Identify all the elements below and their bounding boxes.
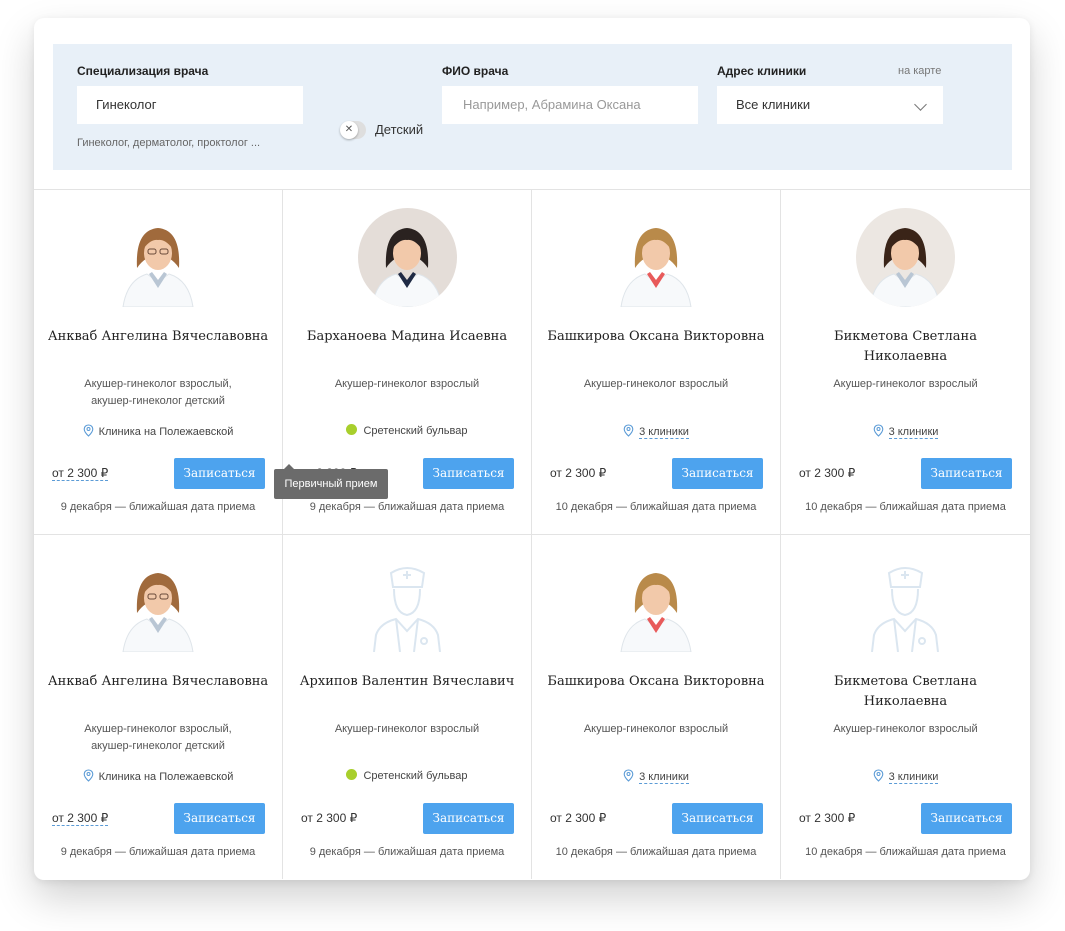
location-text: Клиника на Полежаевской xyxy=(98,426,234,438)
doctor-photo[interactable] xyxy=(109,208,208,307)
fio-input[interactable]: Например, Абрамина Оксана xyxy=(442,86,698,124)
doctor-card[interactable]: Бикметова Светлана Николаевна Акушер-гине… xyxy=(781,189,1030,534)
doctor-location: Клиника на Полежаевской xyxy=(34,769,282,785)
nearest-date: 9 декабря — ближайшая дата приема xyxy=(309,846,505,858)
doctor-grid: Анкваб Ангелина Вячеславовна Акушер-гинек… xyxy=(34,189,1030,880)
nearest-date: 10 декабря — ближайшая дата приема xyxy=(555,846,757,858)
nearest-date: 10 декабря — ближайшая дата приема xyxy=(555,501,757,513)
metro-dot-icon xyxy=(346,769,358,780)
location-text: Сретенский бульвар xyxy=(363,770,468,782)
book-button[interactable]: Записаться xyxy=(423,458,514,489)
book-button[interactable]: Записаться xyxy=(174,458,265,489)
location-text[interactable]: 3 клиники xyxy=(888,771,939,784)
doctor-name[interactable]: Башкирова Оксана Викторовна xyxy=(542,327,770,347)
doctor-photo[interactable] xyxy=(358,208,457,307)
price[interactable]: от 2 300 ₽ xyxy=(799,466,855,480)
location-text: Клиника на Полежаевской xyxy=(98,771,234,783)
nearest-date: 9 декабря — ближайшая дата приема xyxy=(309,501,505,513)
doctor-photo[interactable] xyxy=(607,553,706,652)
map-pin-icon xyxy=(83,769,94,785)
map-pin-icon xyxy=(623,769,634,785)
spec-label: Специализация врача xyxy=(77,64,209,78)
clinic-label: Адрес клиники xyxy=(717,64,807,78)
price[interactable]: от 2 300 ₽ xyxy=(52,466,109,481)
nearest-date: 10 декабря — ближайшая дата приема xyxy=(805,846,1006,858)
map-pin-icon xyxy=(873,424,884,440)
doctor-specialization: Акушер-гинеколог взрослый xyxy=(334,378,480,390)
book-button[interactable]: Записаться xyxy=(921,803,1012,834)
doctor-specialization: Акушер-гинеколог взрослый xyxy=(833,378,978,390)
doctor-specialization: Акушер-гинеколог взрослый xyxy=(583,723,729,735)
doctor-location[interactable]: 3 клиники xyxy=(532,424,780,440)
clinic-select-value: Все клиники xyxy=(736,97,811,112)
doctor-location: Сретенский бульвар xyxy=(283,769,531,782)
doctor-card[interactable]: Анкваб Ангелина Вячеславовна Акушер-гинек… xyxy=(34,534,283,879)
doctor-location[interactable]: 3 клиники xyxy=(781,424,1030,440)
price[interactable]: от 2 300 ₽ xyxy=(550,466,606,480)
doctor-location: Клиника на Полежаевской xyxy=(34,424,282,440)
doctor-card[interactable]: Анкваб Ангелина Вячеславовна Акушер-гинек… xyxy=(34,189,283,534)
book-button[interactable]: Записаться xyxy=(672,458,763,489)
child-toggle[interactable]: ✕ xyxy=(340,121,366,139)
price[interactable]: от 2 300 ₽ xyxy=(550,811,606,825)
price[interactable]: от 2 300 ₽ xyxy=(799,811,855,825)
book-button[interactable]: Записаться xyxy=(174,803,265,834)
doctor-photo[interactable] xyxy=(607,208,706,307)
doctor-name[interactable]: Башкирова Оксана Викторовна xyxy=(542,672,770,692)
map-link[interactable]: на карте xyxy=(898,65,941,77)
location-text[interactable]: 3 клиники xyxy=(888,426,939,439)
doctor-name[interactable]: Бикметова Светлана Николаевна xyxy=(791,327,1020,367)
nearest-date: 9 декабря — ближайшая дата приема xyxy=(60,846,256,858)
location-text[interactable]: 3 клиники xyxy=(639,426,689,439)
doctor-card[interactable]: Бикметова Светлана Николаевна Акушер-гине… xyxy=(781,534,1030,879)
spec-hint: Гинеколог, дерматолог, проктолог ... xyxy=(77,137,261,149)
doctor-card[interactable]: Архипов Валентин Вячеславич Акушер-гинеко… xyxy=(283,534,532,879)
close-icon: ✕ xyxy=(340,121,358,139)
doctor-name[interactable]: Бикметова Светлана Николаевна xyxy=(791,672,1020,712)
doctor-name[interactable]: Анкваб Ангелина Вячеславовна xyxy=(44,327,272,347)
location-text[interactable]: 3 клиники xyxy=(639,771,689,784)
nearest-date: 10 декабря — ближайшая дата приема xyxy=(805,501,1006,513)
doctor-photo[interactable] xyxy=(856,208,955,307)
price[interactable]: от 2 300 ₽ xyxy=(52,811,109,826)
doctor-placeholder-icon[interactable] xyxy=(856,553,955,652)
book-button[interactable]: Записаться xyxy=(921,458,1012,489)
nearest-date: 9 декабря — ближайшая дата приема xyxy=(60,501,256,513)
price-tooltip: Первичный прием xyxy=(274,464,388,499)
doctor-card[interactable]: Башкирова Оксана Викторовна Акушер-гинеко… xyxy=(532,189,781,534)
map-pin-icon xyxy=(623,424,634,440)
fio-label: ФИО врача xyxy=(442,64,509,78)
child-toggle-label: Детский xyxy=(375,122,424,137)
doctor-name[interactable]: Анкваб Ангелина Вячеславовна xyxy=(44,672,272,692)
price[interactable]: от 2 300 ₽ xyxy=(301,811,357,825)
book-button[interactable]: Записаться xyxy=(423,803,514,834)
doctor-specialization: Акушер-гинеколог взрослый, акушер-гинеко… xyxy=(84,723,232,752)
map-pin-icon xyxy=(83,424,94,440)
doctor-search-window: Специализация врача Гинеколог Гинеколог,… xyxy=(34,18,1030,880)
map-pin-icon xyxy=(873,769,884,785)
doctor-location[interactable]: 3 клиники xyxy=(781,769,1030,785)
doctor-placeholder-icon[interactable] xyxy=(358,553,457,652)
doctor-name[interactable]: Барханоева Мадина Исаевна xyxy=(293,327,521,347)
doctor-specialization: Акушер-гинеколог взрослый xyxy=(334,723,480,735)
chevron-down-icon xyxy=(914,98,927,111)
filter-panel: Специализация врача Гинеколог Гинеколог,… xyxy=(53,44,1012,170)
doctor-photo[interactable] xyxy=(109,553,208,652)
metro-dot-icon xyxy=(346,424,358,435)
spec-input[interactable]: Гинеколог xyxy=(77,86,303,124)
book-button[interactable]: Записаться xyxy=(672,803,763,834)
doctor-specialization: Акушер-гинеколог взрослый, акушер-гинеко… xyxy=(84,378,232,407)
doctor-name[interactable]: Архипов Валентин Вячеславич xyxy=(293,672,521,692)
doctor-specialization: Акушер-гинеколог взрослый xyxy=(583,378,729,390)
doctor-location: Сретенский бульвар xyxy=(283,424,531,437)
doctor-card[interactable]: Башкирова Оксана Викторовна Акушер-гинеко… xyxy=(532,534,781,879)
doctor-specialization: Акушер-гинеколог взрослый xyxy=(833,723,978,735)
location-text: Сретенский бульвар xyxy=(363,425,468,437)
clinic-select[interactable]: Все клиники xyxy=(717,86,943,124)
doctor-location[interactable]: 3 клиники xyxy=(532,769,780,785)
